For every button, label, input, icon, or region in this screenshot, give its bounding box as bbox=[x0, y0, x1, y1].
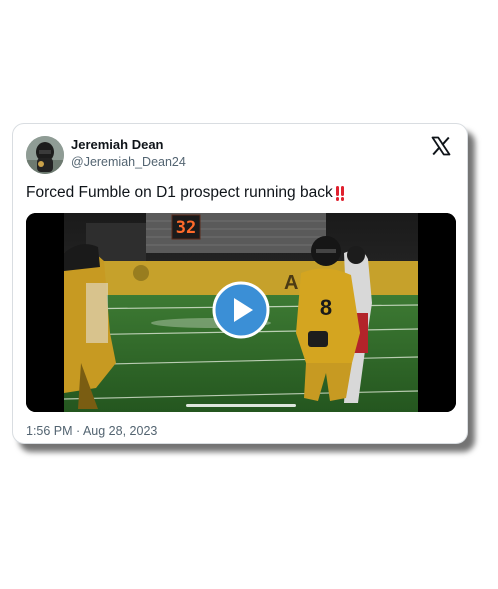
tweet-text: Forced Fumble on D1 prospect running bac… bbox=[26, 184, 333, 201]
video-player[interactable]: 32 AOL bbox=[26, 213, 456, 412]
play-button[interactable] bbox=[212, 281, 270, 339]
tweet-card[interactable]: Jeremiah Dean @Jeremiah_Dean24 Forced Fu… bbox=[12, 123, 468, 444]
play-icon[interactable] bbox=[212, 281, 270, 339]
tweet-timestamp[interactable]: 1:56 PM · Aug 28, 2023 bbox=[26, 424, 157, 438]
avatar[interactable] bbox=[26, 136, 64, 174]
jersey-number: 8 bbox=[320, 295, 332, 320]
x-logo-icon[interactable] bbox=[431, 136, 451, 156]
scoreboard-number: 32 bbox=[176, 218, 196, 238]
video-progress-bar[interactable] bbox=[186, 404, 296, 407]
author-handle[interactable]: @Jeremiah_Dean24 bbox=[71, 155, 186, 169]
tweet-text-row: Forced Fumble on D1 prospect running bac… bbox=[26, 184, 344, 202]
author-name[interactable]: Jeremiah Dean bbox=[71, 137, 164, 152]
double-exclamation-icon bbox=[335, 185, 345, 201]
